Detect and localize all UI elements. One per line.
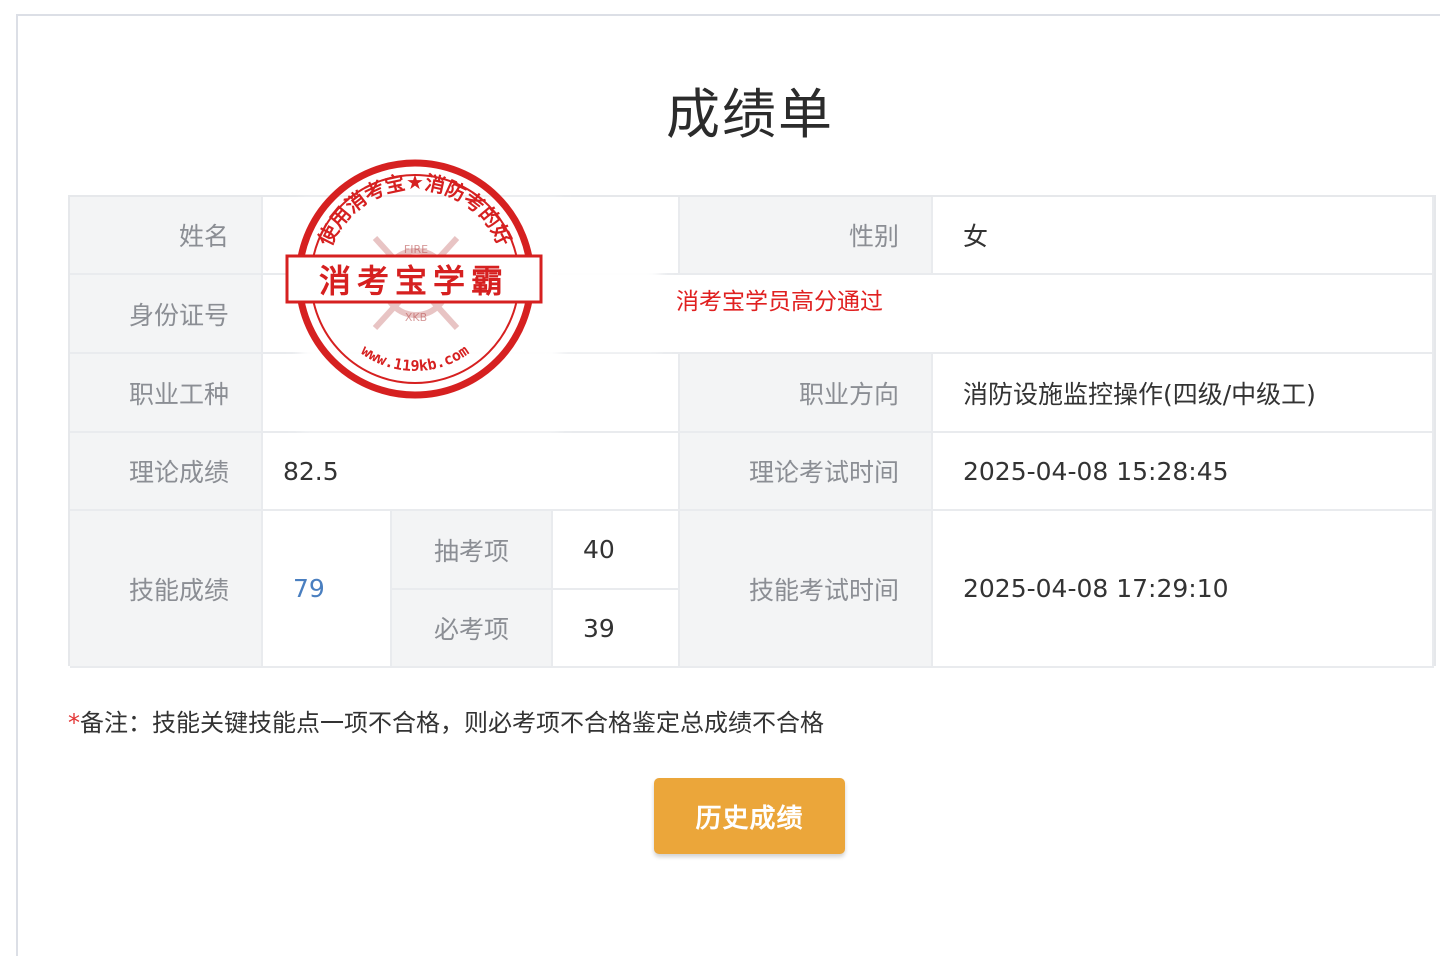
redaction-patch bbox=[540, 250, 660, 350]
history-scores-button[interactable]: 历史成绩 bbox=[654, 778, 845, 854]
footnote: *备注：技能关键技能点一项不合格，则必考项不合格鉴定总成绩不合格 bbox=[68, 703, 824, 738]
theory-label: 理论成绩 bbox=[70, 433, 263, 511]
draw-label: 抽考项 bbox=[392, 511, 553, 590]
passed-overlay-text: 消考宝学员高分通过 bbox=[676, 289, 883, 315]
gender-label: 性别 bbox=[680, 197, 933, 275]
svg-text:消考宝学霸: 消考宝学霸 bbox=[319, 262, 509, 300]
svg-text:XKB: XKB bbox=[405, 311, 427, 324]
name-label: 姓名 bbox=[70, 197, 263, 275]
page-title: 成绩单 bbox=[666, 83, 834, 146]
skill-time-label: 技能考试时间 bbox=[680, 511, 933, 668]
id-label: 身份证号 bbox=[70, 275, 263, 354]
draw-value: 40 bbox=[553, 511, 680, 590]
score-table: 姓名 性别 女 身份证号 职业工种 职业方向 消防设施监控操作(四级/中级工) … bbox=[68, 195, 1436, 668]
seal-stamp-icon: 使用消考宝★消防考的好 www.119kb.com FIRE XKB 消考宝学霸 bbox=[285, 159, 543, 399]
svg-text:使用消考宝★消防考的好: 使用消考宝★消防考的好 bbox=[313, 170, 517, 250]
skill-label: 技能成绩 bbox=[70, 511, 263, 668]
theory-time-value: 2025-04-08 15:28:45 bbox=[933, 433, 1434, 511]
direction-value: 消防设施监控操作(四级/中级工) bbox=[933, 354, 1434, 433]
required-label: 必考项 bbox=[392, 590, 553, 668]
occupation-label: 职业工种 bbox=[70, 354, 263, 433]
theory-time-label: 理论考试时间 bbox=[680, 433, 933, 511]
gender-value: 女 bbox=[933, 197, 1434, 275]
footnote-text: 备注：技能关键技能点一项不合格，则必考项不合格鉴定总成绩不合格 bbox=[80, 709, 824, 737]
direction-label: 职业方向 bbox=[680, 354, 933, 433]
required-value: 39 bbox=[553, 590, 680, 668]
svg-text:www.119kb.com: www.119kb.com bbox=[358, 341, 472, 375]
theory-value: 82.5 bbox=[263, 433, 680, 511]
skill-time-value: 2025-04-08 17:29:10 bbox=[933, 511, 1434, 668]
required-star: * bbox=[68, 709, 80, 737]
svg-text:FIRE: FIRE bbox=[404, 243, 428, 256]
skill-value: 79 bbox=[263, 511, 392, 668]
